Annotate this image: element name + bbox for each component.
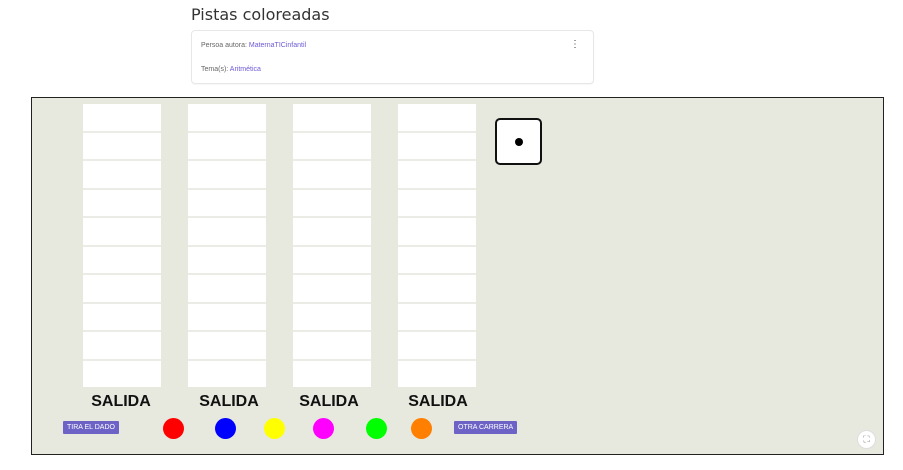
page-title: Pistas coloreadas — [191, 5, 330, 24]
track-cell — [293, 303, 371, 330]
track-cell — [83, 161, 161, 188]
track-cell — [398, 303, 476, 330]
kebab-icon[interactable]: ⋮ — [570, 40, 580, 50]
topic-label: Tema(s): — [201, 66, 229, 73]
track-cell — [398, 189, 476, 216]
salida-label-3: SALIDA — [299, 393, 359, 410]
green-token[interactable] — [366, 418, 387, 439]
track-cell — [188, 161, 266, 188]
roll-die-button[interactable]: TIRA EL DADO — [63, 421, 119, 434]
die-pip — [515, 138, 523, 146]
track-cell — [398, 132, 476, 159]
track-cell — [188, 246, 266, 273]
track-cell — [83, 218, 161, 245]
author-link[interactable]: MaternaTICinfantil — [249, 42, 306, 49]
die[interactable] — [495, 118, 542, 165]
track-cell — [188, 360, 266, 387]
track-cell — [188, 332, 266, 359]
track-cell — [398, 332, 476, 359]
applet-canvas[interactable]: SALIDA SALIDA SALIDA SALIDA TIRA EL DADO… — [31, 97, 884, 455]
track-cell — [293, 132, 371, 159]
track-3 — [293, 104, 371, 387]
salida-label-1: SALIDA — [91, 393, 151, 410]
track-1 — [83, 104, 161, 387]
track-cell — [188, 275, 266, 302]
salida-label-4: SALIDA — [408, 393, 468, 410]
track-cell — [188, 303, 266, 330]
track-cell — [293, 360, 371, 387]
topic-row: Tema(s): Aritmética — [201, 66, 261, 73]
track-cell — [293, 332, 371, 359]
orange-token[interactable] — [411, 418, 432, 439]
track-cell — [398, 360, 476, 387]
fullscreen-icon[interactable]: ⛶ — [857, 430, 876, 449]
track-cell — [293, 246, 371, 273]
new-race-button[interactable]: OTRA CARRERA — [454, 421, 518, 434]
track-cell — [293, 104, 371, 131]
track-cell — [83, 132, 161, 159]
yellow-token[interactable] — [264, 418, 285, 439]
track-cell — [188, 132, 266, 159]
track-cell — [188, 104, 266, 131]
track-cell — [293, 161, 371, 188]
track-2 — [188, 104, 266, 387]
track-cell — [398, 275, 476, 302]
red-token[interactable] — [163, 418, 184, 439]
track-cell — [83, 246, 161, 273]
track-cell — [398, 104, 476, 131]
track-cell — [398, 246, 476, 273]
author-row: Persoa autora: MaternaTICinfantil — [201, 42, 306, 49]
blue-token[interactable] — [215, 418, 236, 439]
track-cell — [398, 218, 476, 245]
magenta-token[interactable] — [313, 418, 334, 439]
track-cell — [293, 275, 371, 302]
track-cell — [398, 161, 476, 188]
track-4 — [398, 104, 476, 387]
track-cell — [83, 303, 161, 330]
track-cell — [83, 275, 161, 302]
track-cell — [293, 189, 371, 216]
topic-link[interactable]: Aritmética — [230, 66, 261, 73]
author-label: Persoa autora: — [201, 42, 247, 49]
track-cell — [83, 189, 161, 216]
track-cell — [83, 332, 161, 359]
track-cell — [188, 189, 266, 216]
info-card: Persoa autora: MaternaTICinfantil Tema(s… — [191, 30, 594, 84]
track-cell — [83, 360, 161, 387]
track-cell — [293, 218, 371, 245]
track-cell — [188, 218, 266, 245]
track-cell — [83, 104, 161, 131]
salida-label-2: SALIDA — [199, 393, 259, 410]
